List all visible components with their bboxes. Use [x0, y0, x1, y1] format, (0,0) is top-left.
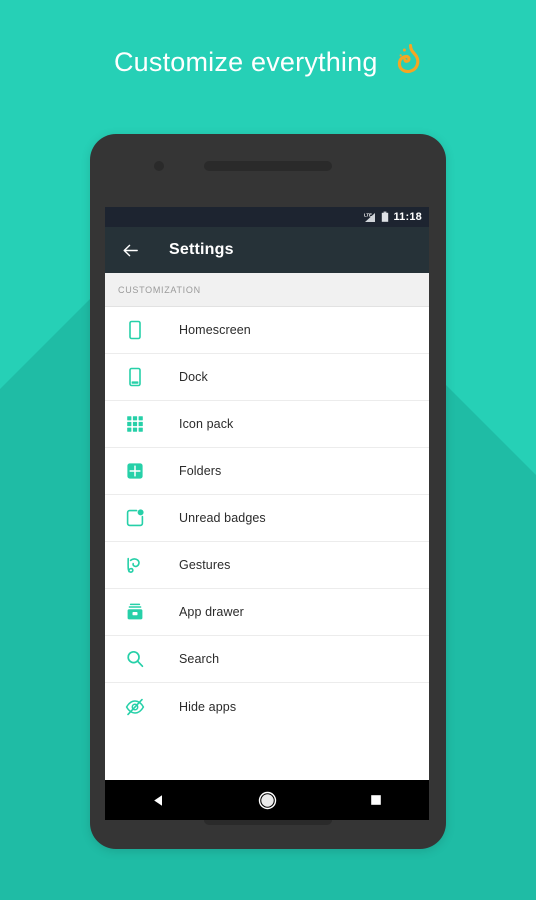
- eye-off-icon: [123, 695, 147, 719]
- list-item-label: App drawer: [179, 605, 244, 619]
- android-nav-bar: [105, 780, 429, 820]
- triangle-back-icon[interactable]: [150, 792, 167, 809]
- list-item-label: Search: [179, 652, 220, 666]
- app-toolbar: Settings: [105, 227, 429, 273]
- list-item-gestures[interactable]: Gestures: [105, 542, 429, 589]
- gesture-swirl-icon: [123, 553, 147, 577]
- list-item-homescreen[interactable]: Homescreen: [105, 307, 429, 354]
- badge-square-icon: [123, 506, 147, 530]
- list-item-label: Homescreen: [179, 323, 251, 337]
- list-item-folders[interactable]: Folders: [105, 448, 429, 495]
- phone-dock-icon: [123, 365, 147, 389]
- status-bar-clock: 11:18: [393, 210, 422, 223]
- list-item-icon-pack[interactable]: Icon pack: [105, 401, 429, 448]
- grid-dots-icon: [123, 412, 147, 436]
- page-title-text: Customize everything: [113, 47, 378, 77]
- svg-text:LTE: LTE: [364, 212, 372, 217]
- phone-device-frame: LTE 11:18 Settings CUSTOMIZATION Homescr…: [90, 134, 446, 849]
- list-item-label: Icon pack: [179, 417, 234, 431]
- flame-icon: [396, 43, 422, 79]
- square-recents-icon[interactable]: [368, 792, 384, 808]
- list-item-label: Dock: [179, 370, 208, 384]
- battery-icon: [381, 211, 389, 223]
- earpiece-speaker: [204, 161, 332, 171]
- list-item-label: Hide apps: [179, 699, 237, 714]
- settings-list: Homescreen Dock Icon pack Folders Unread…: [105, 307, 429, 730]
- arrow-back-icon[interactable]: [121, 241, 140, 260]
- section-header-label: CUSTOMIZATION: [118, 284, 201, 295]
- folder-grid-icon: [123, 459, 147, 483]
- phone-outline-icon: [123, 318, 147, 342]
- list-item-label: Unread badges: [179, 511, 266, 525]
- lte-signal-icon: LTE: [364, 211, 377, 223]
- circle-home-icon[interactable]: [257, 790, 278, 811]
- status-bar: LTE 11:18: [105, 207, 429, 227]
- list-item-unread-badges[interactable]: Unread badges: [105, 495, 429, 542]
- page-title: Customize everything: [0, 43, 536, 81]
- list-item-dock[interactable]: Dock: [105, 354, 429, 401]
- section-header-customization: CUSTOMIZATION: [105, 273, 429, 307]
- list-item-label: Folders: [179, 464, 222, 478]
- phone-screen: LTE 11:18 Settings CUSTOMIZATION Homescr…: [105, 207, 429, 780]
- search-icon: [123, 647, 147, 671]
- app-drawer-icon: [123, 600, 147, 624]
- front-camera-icon: [154, 161, 164, 171]
- list-item-label: Gestures: [179, 558, 231, 572]
- list-item-app-drawer[interactable]: App drawer: [105, 589, 429, 636]
- list-item-hide-apps[interactable]: Hide apps: [105, 683, 429, 730]
- toolbar-title: Settings: [169, 241, 234, 258]
- list-item-search[interactable]: Search: [105, 636, 429, 683]
